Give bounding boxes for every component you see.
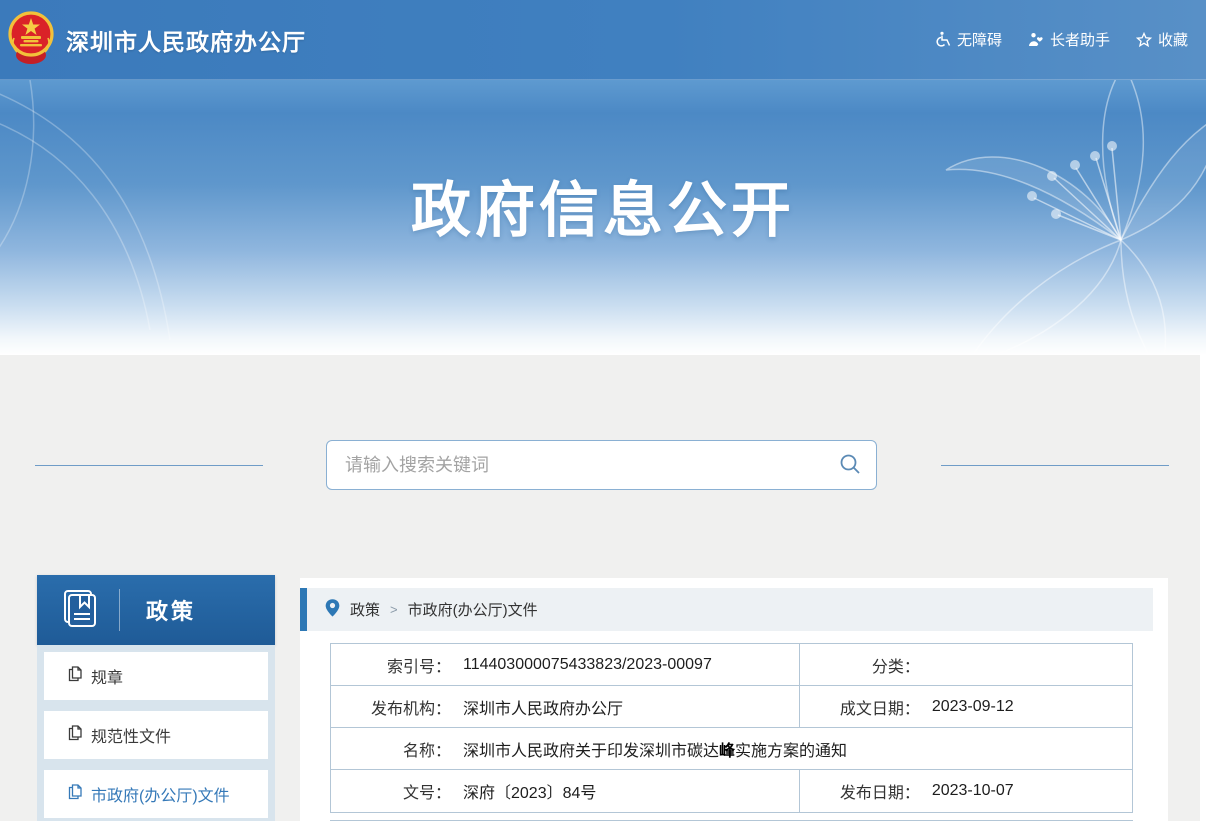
breadcrumb-item-current[interactable]: 市政府(办公厅)文件 [408,599,538,620]
publish-date-label: 发布日期： [800,779,920,803]
document-icon [68,666,82,687]
breadcrumb-accent-bar [300,588,307,631]
decorative-line-right [941,465,1169,466]
index-number-value: 114403000075433823/2023-00097 [463,656,712,674]
search-icon [839,453,861,478]
page-banner: 政府信息公开 [0,80,1206,355]
document-number-value: 深府〔2023〕84号 [463,779,596,803]
sidebar-title: 政策 [146,594,196,626]
elder-assistant-link[interactable]: 长者助手 [1028,29,1110,50]
document-number-label: 文号： [331,779,451,803]
search-input[interactable] [327,455,824,476]
sidebar-item-label: 规章 [91,664,123,688]
breadcrumb-separator: > [390,602,398,617]
star-icon [1136,32,1152,48]
national-emblem-icon [8,8,54,71]
document-icon [68,784,82,805]
wheelchair-icon [935,31,951,48]
table-row-agency-date: 发布机构： 深圳市人民政府办公厅 成文日期： 2023-09-12 [331,686,1132,728]
sidebar-header-divider [119,589,120,631]
sidebar-header: 政策 [37,575,275,645]
page-title: 政府信息公开 [0,162,1206,249]
index-number-label: 索引号： [331,653,451,677]
breadcrumb-bar: 政策 > 市政府(办公厅)文件 [307,588,1153,631]
accessibility-link[interactable]: 无障碍 [935,29,1002,50]
publishing-agency-value: 深圳市人民政府办公厅 [463,695,623,719]
keyword-highlight: 峰 [719,743,735,760]
sidebar-item-normative-documents[interactable]: 规范性文件 [44,711,268,759]
publishing-agency-label: 发布机构： [331,695,451,719]
sidebar-menu: 规章 规范性文件 市政府(办公厅)文件 [37,645,275,821]
breadcrumb: 政策 > 市政府(办公厅)文件 [300,588,1153,631]
elder-assistant-label: 长者助手 [1050,29,1110,50]
location-pin-icon [325,598,340,622]
table-row-index-category: 索引号： 114403000075433823/2023-00097 分类： [331,644,1132,686]
favorite-label: 收藏 [1158,29,1188,50]
table-row-name: 名称： 深圳市人民政府关于印发深圳市碳达峰实施方案的通知 [331,728,1132,770]
written-date-label: 成文日期： [800,695,920,719]
sidebar-item-municipal-government-documents[interactable]: 市政府(办公厅)文件 [44,770,268,818]
decorative-line-left [35,465,263,466]
search-box [326,440,877,490]
document-icon [68,725,82,746]
search-section [0,355,1200,573]
breadcrumb-item-policy[interactable]: 政策 [350,599,380,620]
elder-assistant-icon [1028,32,1044,48]
publish-date-value: 2023-10-07 [932,782,1014,800]
sidebar: 政策 规章 规范性文件 [37,575,275,821]
sidebar-item-label: 市政府(办公厅)文件 [91,782,230,806]
top-header-bar: 深圳市人民政府办公厅 无障碍 长者助手 [0,0,1206,80]
document-info-table: 索引号： 114403000075433823/2023-00097 分类： 发… [330,643,1133,813]
document-name-value: 深圳市人民政府关于印发深圳市碳达峰实施方案的通知 [463,737,847,761]
table-row-docnumber-publishdate: 文号： 深府〔2023〕84号 发布日期： 2023-10-07 [331,770,1132,812]
sidebar-item-label: 规范性文件 [91,723,171,747]
document-detail-panel: 政策 > 市政府(办公厅)文件 索引号： 114403000075433823/… [300,578,1168,821]
category-label: 分类： [800,653,920,677]
utility-links: 无障碍 长者助手 收藏 [935,29,1192,50]
document-name-label: 名称： [331,737,451,761]
search-button[interactable] [824,441,876,489]
accessibility-label: 无障碍 [957,29,1002,50]
content-area: 政策 规章 规范性文件 [0,573,1200,821]
sidebar-item-regulations[interactable]: 规章 [44,652,268,700]
site-logo-home-link[interactable]: 深圳市人民政府办公厅 [8,8,306,71]
favorite-link[interactable]: 收藏 [1136,29,1188,50]
site-title: 深圳市人民政府办公厅 [66,23,306,57]
book-icon [59,587,101,634]
written-date-value: 2023-09-12 [932,698,1014,716]
